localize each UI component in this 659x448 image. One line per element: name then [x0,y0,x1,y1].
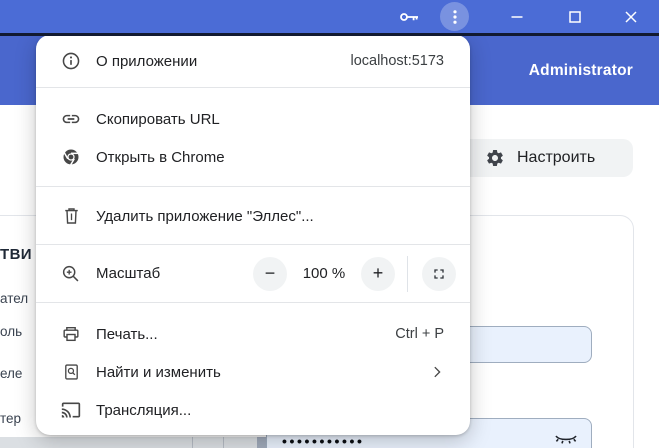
window-titlebar [0,0,659,33]
fullscreen-button[interactable] [422,256,456,291]
zoom-in-icon [60,263,82,285]
menu-item-label: Скопировать URL [96,110,220,128]
find-in-page-icon [60,361,82,383]
menu-item-label: Трансляция... [96,401,192,419]
menu-item-open-in-chrome[interactable]: Открыть в Chrome [36,138,470,176]
eye-closed-icon [553,430,579,448]
zoom-out-button[interactable]: − [253,256,287,291]
gear-icon [485,148,505,168]
maximize-button[interactable] [562,4,588,29]
menu-item-print[interactable]: Печать... Ctrl + P [36,315,470,353]
zoom-label: Масштаб [96,265,161,282]
chrome-app-menu: О приложении localhost:5173 Скопировать … [36,35,470,435]
segment-divider [192,437,193,448]
minimize-button[interactable] [504,4,530,29]
menu-item-copy-url[interactable]: Скопировать URL [36,100,470,138]
chevron-right-icon [430,365,444,379]
shortcut-label: Ctrl + P [395,326,444,342]
browser-menu-button[interactable] [440,2,469,31]
password-masked-value: ••••••••••• [282,433,365,448]
menu-item-find-and-edit[interactable]: Найти и изменить [36,353,470,391]
user-role-label: Administrator [528,61,633,79]
print-icon [60,323,82,345]
menu-item-label: Удалить приложение "Эллес"... [96,207,314,225]
vertical-divider [407,255,408,292]
menu-item-uninstall-app[interactable]: Удалить приложение "Эллес"... [36,197,470,235]
form-label-fragment: ател [0,291,29,306]
form-label-fragment: оль [0,324,23,339]
menu-item-cast[interactable]: Трансляция... [36,391,470,429]
app-origin-label: localhost:5173 [350,53,444,69]
menu-item-label: Печать... [96,325,158,343]
segment-divider [223,437,224,448]
section-heading-fragment: ТВИ [0,246,32,263]
passkey-button[interactable] [394,2,423,31]
key-icon [397,5,421,29]
titlebar-divider [0,33,659,36]
menu-zoom-row: Масштаб − 100 % + [36,255,470,292]
zoom-in-button[interactable]: + [361,256,395,291]
close-button[interactable] [618,4,644,29]
menu-item-label: О приложении [96,52,198,70]
menu-item-label: Найти и изменить [96,363,221,381]
configure-button-label: Настроить [517,149,596,166]
menu-item-label: Открыть в Chrome [96,148,225,166]
trash-icon [60,205,82,227]
segmented-input-strip [0,437,258,448]
toggle-password-visibility-button[interactable] [551,427,581,448]
configure-button[interactable]: Настроить [455,139,633,177]
info-icon [60,50,82,72]
zoom-level-value: 100 % [302,265,346,282]
close-icon [620,6,642,28]
maximize-icon [564,6,586,28]
minimize-icon [506,6,528,28]
form-label-fragment: еле [0,366,23,381]
app-window: Administrator Настроить ••••••••••• ТВИ … [0,0,659,448]
cast-icon [60,399,82,421]
fullscreen-icon [431,266,447,282]
three-dot-menu-icon [444,6,466,28]
form-label-fragment: тер [0,411,22,426]
link-icon [60,108,82,130]
segment-edge [257,437,266,448]
chrome-icon [60,146,82,168]
menu-item-about-app[interactable]: О приложении localhost:5173 [36,35,470,87]
